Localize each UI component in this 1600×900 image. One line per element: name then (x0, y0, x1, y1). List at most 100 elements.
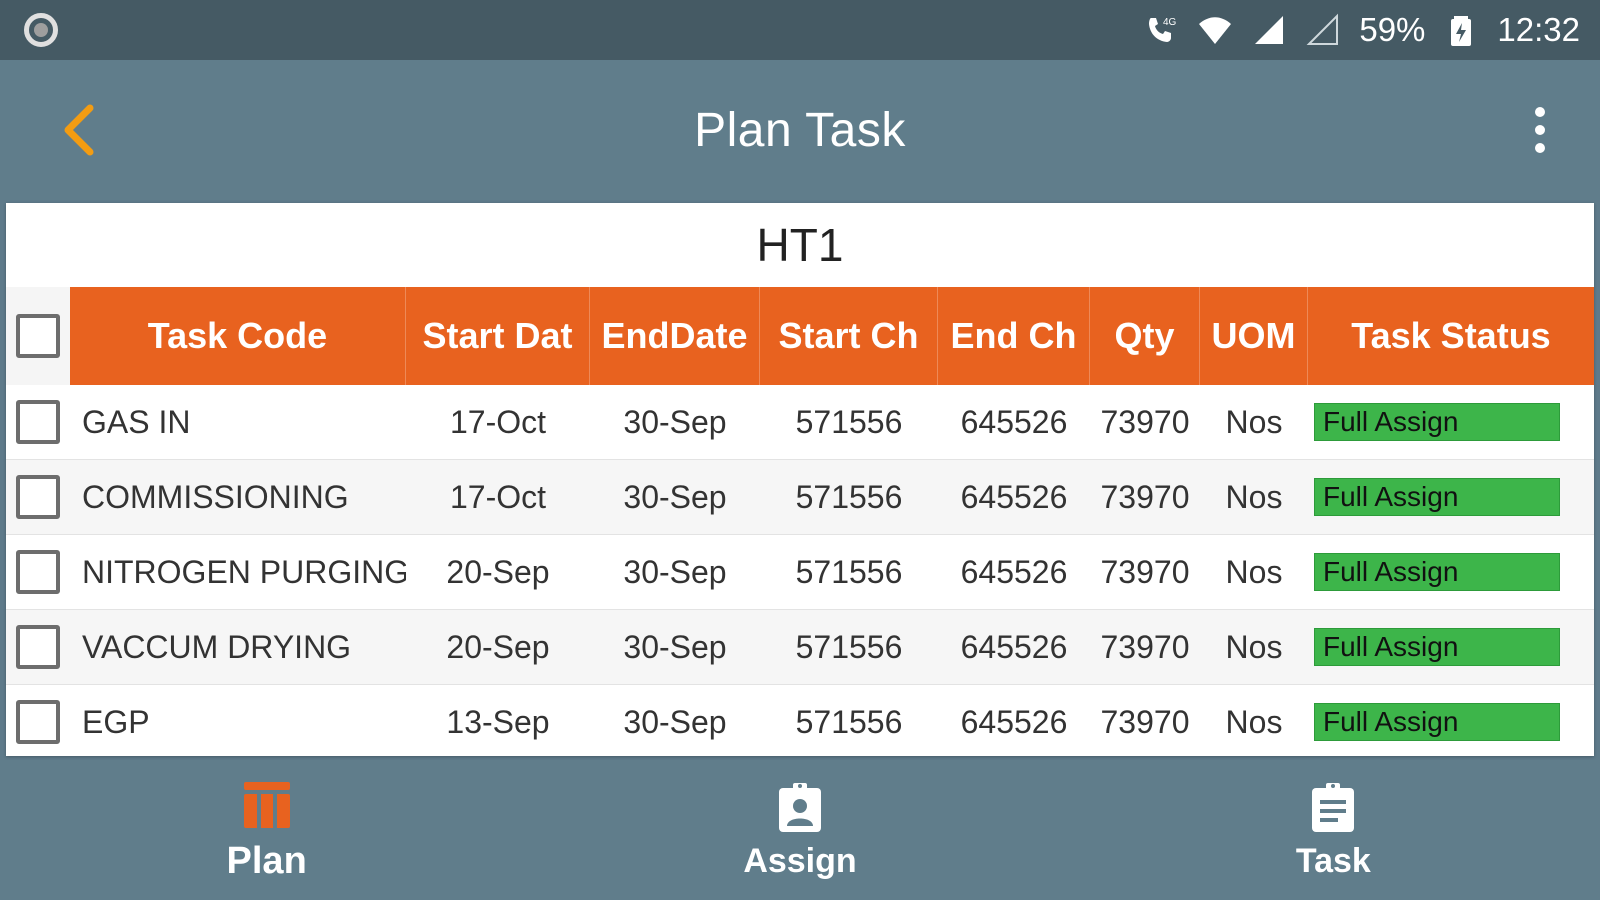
row-check-cell (6, 700, 70, 744)
cell-task-code: GAS IN (82, 403, 191, 440)
chevron-left-icon (64, 104, 94, 156)
cell-start-date: 20-Sep (446, 553, 550, 590)
nav-item-task[interactable]: Task (1067, 760, 1600, 900)
battery-percent: 59% (1359, 11, 1426, 48)
cell-start-ch: 571556 (795, 628, 903, 665)
cell-qty: 73970 (1100, 403, 1190, 440)
column-header-end-ch[interactable]: End Ch (938, 287, 1090, 385)
cell-start-ch: 571556 (795, 703, 903, 740)
wifi-icon (1199, 17, 1232, 44)
cell-end-date: 30-Sep (623, 703, 727, 740)
row-check-cell (6, 625, 70, 669)
table-row[interactable]: VACCUM DRYING 20-Sep 30-Sep 571556 64552… (6, 610, 1594, 685)
table-row[interactable]: EGP 13-Sep 30-Sep 571556 645526 73970 No… (6, 685, 1594, 756)
row-checkbox[interactable] (16, 400, 60, 444)
cell-end-date: 30-Sep (623, 553, 727, 590)
cell-start-date: 17-Oct (449, 478, 547, 515)
cell-end-ch: 645526 (960, 628, 1068, 665)
cell-task-status: Full Assign (1308, 478, 1594, 516)
row-check-cell (6, 550, 70, 594)
cell-task-code: COMMISSIONING (82, 478, 349, 515)
notification-dot-icon (24, 13, 58, 47)
more-vert-icon-dot (1535, 143, 1545, 153)
page-title: Plan Task (694, 103, 906, 157)
cell-uom: Nos (1225, 403, 1283, 440)
more-vert-icon-dot (1535, 125, 1545, 135)
column-header-task-status[interactable]: Task Status (1308, 287, 1594, 385)
task-icon (1312, 782, 1355, 832)
table-header: Task Code Start Dat EndDate Start Ch End… (6, 287, 1594, 385)
cell-task-status: Full Assign (1308, 403, 1594, 441)
cell-uom: Nos (1225, 478, 1283, 515)
cell-uom: Nos (1225, 703, 1283, 740)
cell-end-ch: 645526 (960, 553, 1068, 590)
select-all-checkbox[interactable] (16, 314, 60, 358)
row-checkbox[interactable] (16, 700, 60, 744)
nav-item-assign[interactable]: Assign (533, 760, 1066, 900)
overflow-menu-button[interactable] (1510, 90, 1570, 170)
status-badge: Full Assign (1314, 553, 1560, 591)
cell-qty: 73970 (1100, 553, 1190, 590)
status-badge: Full Assign (1314, 478, 1560, 516)
cell-task-code: EGP (82, 703, 150, 740)
select-all-cell (6, 287, 70, 385)
call-4g-icon: 4G (1149, 17, 1177, 42)
nav-label-plan: Plan (226, 839, 307, 882)
signal-icon (1255, 16, 1284, 44)
bottom-nav: Plan Assign Task (0, 760, 1600, 900)
cell-start-date: 20-Sep (446, 628, 550, 665)
row-checkbox[interactable] (16, 550, 60, 594)
cell-start-ch: 571556 (795, 478, 903, 515)
cell-qty: 73970 (1100, 478, 1190, 515)
nav-label-assign: Assign (743, 841, 857, 880)
cell-end-ch: 645526 (960, 403, 1068, 440)
cell-end-ch: 645526 (960, 703, 1068, 740)
cell-uom: Nos (1225, 628, 1283, 665)
status-left (24, 13, 58, 47)
column-header-uom[interactable]: UOM (1200, 287, 1308, 385)
card-title: HT1 (756, 219, 844, 271)
more-vert-icon-dot (1535, 107, 1545, 117)
status-bar: 4G 59% 12:32 (0, 0, 1600, 60)
cell-uom: Nos (1225, 553, 1283, 590)
table-body: GAS IN 17-Oct 30-Sep 571556 645526 73970… (6, 385, 1594, 756)
nav-label-task: Task (1295, 841, 1371, 880)
cell-end-ch: 645526 (960, 478, 1068, 515)
cell-start-date: 13-Sep (446, 703, 550, 740)
app-bar: Plan Task (0, 60, 1600, 200)
column-header-qty[interactable]: Qty (1090, 287, 1200, 385)
row-checkbox[interactable] (16, 475, 60, 519)
status-badge: Full Assign (1314, 403, 1560, 441)
cell-task-code: VACCUM DRYING (82, 628, 352, 665)
cell-qty: 73970 (1100, 628, 1190, 665)
column-header-start-ch[interactable]: Start Ch (760, 287, 938, 385)
row-checkbox[interactable] (16, 625, 60, 669)
table-row[interactable]: COMMISSIONING 17-Oct 30-Sep 571556 64552… (6, 460, 1594, 535)
cell-start-ch: 571556 (795, 553, 903, 590)
battery-charging-icon (1451, 16, 1472, 46)
nav-item-plan[interactable]: Plan (0, 760, 533, 900)
cell-task-status: Full Assign (1308, 628, 1594, 666)
column-header-start-date[interactable]: Start Dat (406, 287, 590, 385)
cell-task-status: Full Assign (1308, 703, 1594, 741)
clock: 12:32 (1497, 11, 1580, 48)
table-row[interactable]: GAS IN 17-Oct 30-Sep 571556 645526 73970… (6, 385, 1594, 460)
back-button[interactable] (40, 90, 120, 170)
cell-task-code: NITROGEN PURGING (82, 553, 406, 590)
column-header-task-code[interactable]: Task Code (70, 287, 406, 385)
cell-end-date: 30-Sep (623, 403, 727, 440)
status-badge: Full Assign (1314, 628, 1560, 666)
table-row[interactable]: NITROGEN PURGING 20-Sep 30-Sep 571556 64… (6, 535, 1594, 610)
cell-qty: 73970 (1100, 703, 1190, 740)
cell-end-date: 30-Sep (623, 478, 727, 515)
column-header-end-date[interactable]: EndDate (590, 287, 760, 385)
row-check-cell (6, 475, 70, 519)
header-columns: Task Code Start Dat EndDate Start Ch End… (70, 287, 1594, 385)
cell-start-ch: 571556 (795, 403, 903, 440)
task-card: HT1 Task Code Start Dat EndDate Start Ch… (6, 203, 1594, 756)
signal-empty-icon (1306, 13, 1339, 45)
assign-icon (778, 782, 821, 832)
cell-start-date: 17-Oct (449, 403, 547, 440)
plan-icon (243, 781, 290, 828)
cell-task-status: Full Assign (1308, 553, 1594, 591)
